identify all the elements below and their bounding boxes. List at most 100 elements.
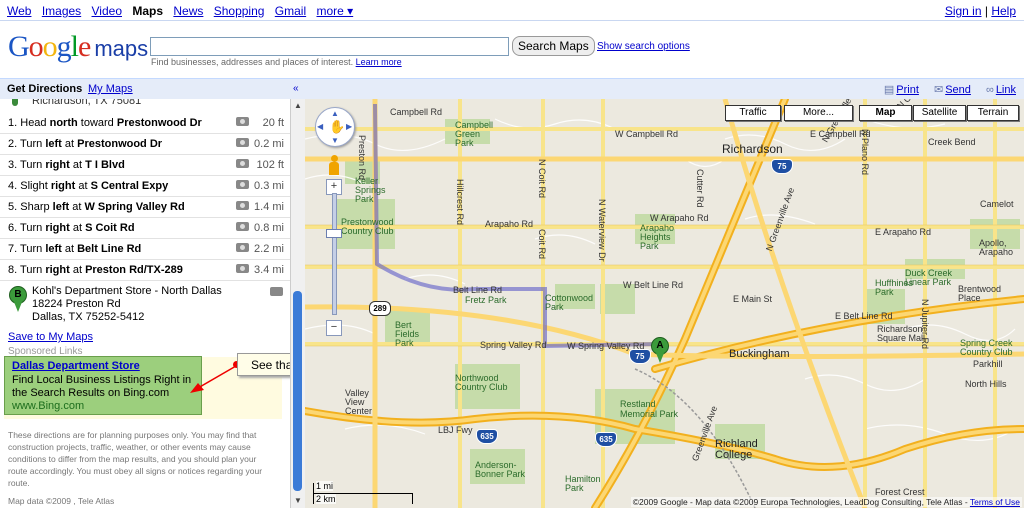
send-action[interactable]: ✉ Send — [934, 84, 971, 96]
google-maps-logo[interactable]: Google maps — [8, 30, 148, 63]
account-links: Sign in | Help — [945, 4, 1016, 18]
ad-title-link[interactable]: Dallas Department Store — [12, 360, 140, 372]
nav-gmail-link[interactable]: Gmail — [275, 4, 306, 18]
nav-video-link[interactable]: Video — [92, 4, 122, 18]
collapse-panel-button[interactable]: « — [293, 83, 299, 94]
street-view-pegman-icon[interactable] — [327, 155, 341, 179]
zoom-slider[interactable] — [332, 193, 337, 315]
traffic-button[interactable]: Traffic — [725, 105, 781, 121]
map-type-map-button[interactable]: Map — [859, 105, 912, 121]
street-view-camera-icon[interactable] — [236, 180, 249, 189]
my-maps-tab[interactable]: My Maps — [88, 83, 133, 95]
hand-icon[interactable]: ✋ — [329, 119, 345, 135]
printer-icon: ▤ — [883, 84, 895, 96]
send-link[interactable]: Send — [945, 84, 971, 96]
map-label-cutter: Cutter Rd — [695, 169, 705, 208]
direction-step[interactable]: 3. Turn right at T I Blvd 102 ft — [0, 155, 290, 176]
direction-step[interactable]: 7. Turn left at Belt Line Rd 2.2 mi — [0, 239, 290, 260]
street-view-camera-icon[interactable] — [270, 287, 283, 296]
print-action[interactable]: ▤ Print — [884, 84, 919, 96]
step-mid: at — [75, 180, 91, 192]
direction-step[interactable]: 4. Slight right at S Central Expy 0.3 mi — [0, 176, 290, 197]
panel-scrollbar[interactable]: ▲ ▼ — [290, 99, 305, 508]
map-type-satellite-button[interactable]: Satellite — [913, 105, 966, 121]
link-link[interactable]: Link — [996, 84, 1016, 96]
pan-control[interactable]: ▲ ◀ ▶ ▼ ✋ — [315, 107, 355, 147]
top-divider — [0, 20, 1024, 21]
nav-more-link[interactable]: more ▾ — [316, 4, 353, 18]
start-marker-a-icon[interactable]: A — [651, 337, 669, 363]
scrollbar-thumb[interactable] — [293, 291, 302, 491]
map-label-richardson: Richardson — [722, 142, 783, 156]
more-button[interactable]: More... — [784, 105, 853, 121]
direction-step[interactable]: 1. Head north toward Prestonwood Dr 20 ft — [0, 113, 290, 134]
ad-url[interactable]: www.Bing.com — [12, 400, 84, 412]
direction-step[interactable]: 2. Turn left at Prestonwood Dr 0.2 mi — [0, 134, 290, 155]
save-to-my-maps-link[interactable]: Save to My Maps — [8, 331, 93, 343]
i635-shield-icon: 635 — [476, 429, 498, 444]
map-canvas[interactable]: Richardson Buckingham Campbell Rd Campbe… — [305, 99, 1024, 508]
map-label-cottonwood: Cottonwood Park — [545, 293, 594, 312]
logo-letter: l — [70, 30, 79, 63]
map-label-apollo: Apollo, Arapaho — [979, 238, 1014, 257]
map-copyright: ©2009 Google - Map data ©2009 Europa Tec… — [630, 497, 1022, 507]
nav-images-link[interactable]: Images — [42, 4, 81, 18]
street-view-camera-icon[interactable] — [236, 222, 249, 231]
direction-step[interactable]: 8. Turn right at Preston Rd/TX-289 3.4 mi — [0, 260, 290, 281]
street-view-camera-icon[interactable] — [236, 264, 249, 273]
destination: B Kohl's Department Store - North Dallas… — [0, 283, 290, 331]
nav-shopping-link[interactable]: Shopping — [214, 4, 265, 18]
pan-up-icon[interactable]: ▲ — [331, 109, 339, 118]
step-mid: toward — [77, 117, 117, 129]
destination-marker-b-icon: B — [9, 286, 27, 312]
pan-right-icon[interactable]: ▶ — [346, 122, 352, 131]
street-view-camera-icon[interactable] — [236, 243, 249, 252]
annotation-callout: See that !!!!!! — [237, 353, 290, 376]
nav-news-link[interactable]: News — [173, 4, 203, 18]
search-hint: Find businesses, addresses and places of… — [151, 57, 402, 67]
pan-left-icon[interactable]: ◀ — [317, 122, 323, 131]
zoom-out-button[interactable]: − — [326, 320, 342, 336]
map-label-coit-2: Coit Rd — [537, 229, 547, 260]
nav-maps-link[interactable]: Maps — [132, 4, 163, 18]
terms-of-use-link[interactable]: Terms of Use — [970, 497, 1020, 507]
direction-step[interactable]: 5. Sharp left at W Spring Valley Rd 1.4 m… — [0, 197, 290, 218]
map-label-north-hills: North Hills — [965, 379, 1007, 389]
street-view-camera-icon[interactable] — [236, 201, 249, 210]
search-maps-button[interactable]: Search Maps — [512, 36, 595, 56]
search-input[interactable] — [150, 37, 509, 56]
step-num: 3. — [8, 159, 18, 171]
nav-web-link[interactable]: Web — [7, 4, 31, 18]
sign-in-link[interactable]: Sign in — [945, 4, 982, 18]
scroll-up-icon[interactable]: ▲ — [293, 101, 303, 111]
pan-down-icon[interactable]: ▼ — [331, 136, 339, 145]
zoom-slider-knob[interactable] — [326, 229, 342, 238]
step-num: 4. — [8, 180, 18, 192]
direction-steps: 1. Head north toward Prestonwood Dr 20 ft… — [0, 113, 290, 281]
destination-address: Kohl's Department Store - North Dallas 1… — [32, 285, 222, 324]
street-view-camera-icon[interactable] — [236, 159, 249, 168]
print-link[interactable]: Print — [896, 84, 919, 96]
street-view-camera-icon[interactable] — [236, 138, 249, 147]
get-directions-tab[interactable]: Get Directions — [7, 83, 82, 95]
help-link[interactable]: Help — [991, 4, 1016, 18]
search-hint-text: Find businesses, addresses and places of… — [151, 57, 354, 67]
scale-miles: 1 mi — [316, 481, 334, 491]
direction-step-text: 2. Turn left at Prestonwood Dr — [8, 138, 162, 150]
map-label-jupiter: N Jupiter Rd — [920, 299, 930, 350]
step-mid: at — [61, 243, 78, 255]
map-label-w-belt-line: W Belt Line Rd — [623, 280, 684, 290]
show-search-options-link[interactable]: Show search options — [597, 41, 690, 52]
sponsored-ad[interactable]: Dallas Department Store Find Local Busin… — [4, 356, 202, 415]
step-distance: 1.4 mi — [254, 201, 284, 213]
direction-step[interactable]: 6. Turn right at S Coit Rd 0.8 mi — [0, 218, 290, 239]
learn-more-link[interactable]: Learn more — [356, 57, 402, 67]
map-label-camelot: Camelot — [980, 199, 1014, 209]
step-num: 5. — [8, 201, 18, 213]
map-label-e-main: E Main St — [733, 294, 773, 304]
street-view-camera-icon[interactable] — [236, 117, 249, 126]
logo-letter: g — [56, 30, 72, 63]
scroll-down-icon[interactable]: ▼ — [293, 496, 303, 506]
map-type-terrain-button[interactable]: Terrain — [967, 105, 1019, 121]
link-action[interactable]: ∞ Link — [986, 84, 1016, 96]
